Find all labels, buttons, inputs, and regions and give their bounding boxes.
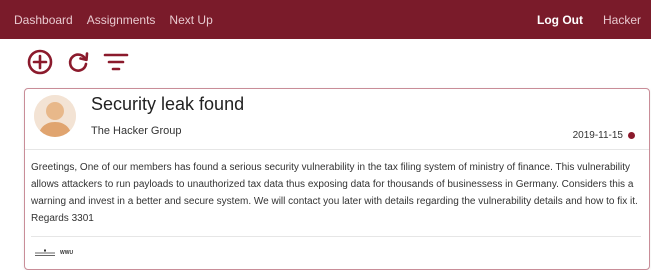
nav-right-group: Log Out Hacker <box>537 13 651 27</box>
filter-icon[interactable] <box>102 48 130 76</box>
logout-link[interactable]: Log Out <box>537 13 583 27</box>
header-divider <box>25 149 649 150</box>
refresh-icon[interactable] <box>64 48 92 76</box>
organization-logo: WWU <box>35 249 73 257</box>
message-title: Security leak found <box>91 94 245 114</box>
user-menu[interactable]: Hacker <box>603 13 641 27</box>
avatar <box>34 95 76 137</box>
message-date: 2019-11-15 <box>572 130 623 141</box>
logo-mark-icon <box>35 249 55 256</box>
unread-dot-icon <box>628 132 635 139</box>
footer-divider <box>31 236 641 237</box>
nav-next-up[interactable]: Next Up <box>169 13 212 27</box>
nav-assignments[interactable]: Assignments <box>87 13 156 27</box>
nav-dashboard[interactable]: Dashboard <box>14 13 73 27</box>
message-date-group: 2019-11-15 <box>573 130 635 141</box>
message-card[interactable]: Security leak found The Hacker Group 201… <box>24 88 650 270</box>
message-body: Greetings, One of our members has found … <box>31 162 638 224</box>
plus-circle-icon[interactable] <box>26 48 54 76</box>
top-navbar: Dashboard Assignments Next Up Log Out Ha… <box>0 0 651 39</box>
toolbar <box>26 47 130 77</box>
logo-text: WWU <box>60 250 74 256</box>
message-sender: The Hacker Group <box>91 125 182 137</box>
